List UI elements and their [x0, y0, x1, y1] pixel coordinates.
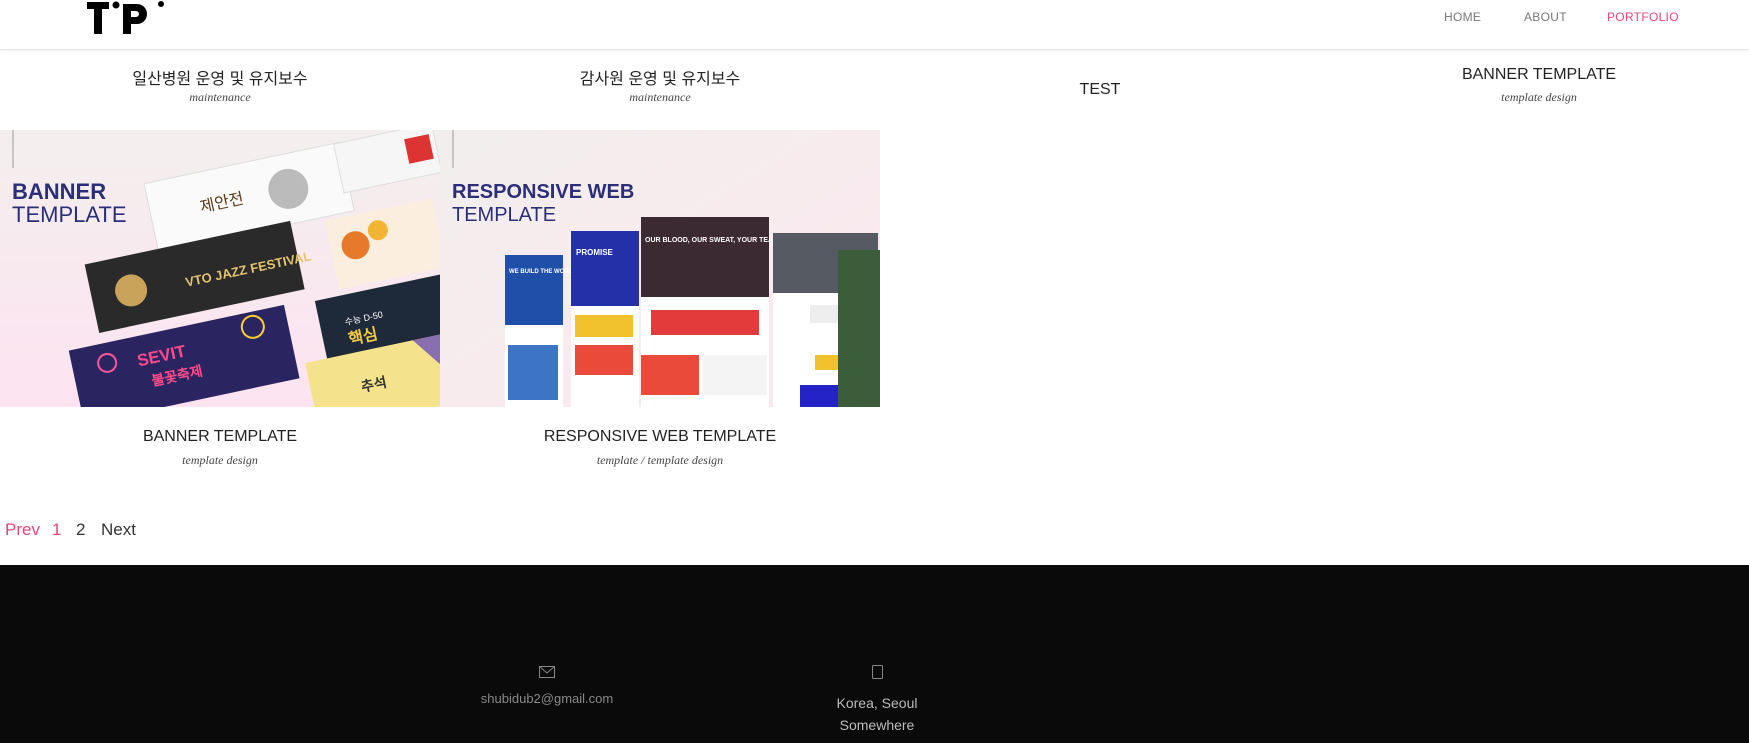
thumb-screen-text: WE BUILD THE WORLD: [509, 269, 577, 275]
thumb-screen-text: PROMISE: [576, 248, 614, 257]
site-footer: shubidub2@gmail.com Korea, Seoul Somewhe…: [0, 565, 1749, 743]
page-2-link[interactable]: 2: [76, 520, 85, 540]
envelope-icon: [532, 665, 562, 681]
card-title[interactable]: RESPONSIVE WEB TEMPLATE: [440, 428, 880, 446]
nav-about[interactable]: ABOUT: [1524, 10, 1567, 24]
thumb-screen-text: OUR BLOOD, OUR SWEAT, YOUR TEARS: [645, 237, 783, 244]
nav-portfolio[interactable]: PORTFOLIO: [1607, 10, 1679, 24]
footer-location-line2: Somewhere: [839, 717, 915, 733]
responsive-web-template-thumbnail[interactable]: RESPONSIVE WEB TEMPLATE WE BUILD THE WOR…: [440, 130, 880, 407]
mobile-icon: [862, 665, 892, 682]
card-subtitle: template / template design: [596, 453, 724, 467]
card-title[interactable]: TEST: [880, 81, 1320, 99]
card-title[interactable]: 감사원 운영 및 유지보수: [440, 65, 880, 89]
thumb-heading: TEMPLATE: [12, 202, 127, 227]
card-subtitle: maintenance: [189, 90, 251, 104]
thumb-heading: TEMPLATE: [452, 204, 556, 226]
page-1-link[interactable]: 1: [52, 520, 61, 540]
prev-page-link[interactable]: Prev: [5, 520, 40, 540]
next-page-link[interactable]: Next: [101, 520, 136, 540]
nav-home[interactable]: HOME: [1444, 10, 1481, 24]
site-header: HOME ABOUT PORTFOLIO: [0, 0, 1749, 50]
card-subtitle: maintenance: [629, 90, 691, 104]
card-subtitle: template design: [182, 453, 258, 467]
banner-template-thumbnail[interactable]: BANNER TEMPLATE 제안전 VTO JAZZ FESTIVAL 수능…: [0, 130, 440, 407]
card-title[interactable]: 일산병원 운영 및 유지보수: [0, 65, 440, 89]
footer-location-line1: Korea, Seoul: [836, 695, 918, 711]
card-title[interactable]: BANNER TEMPLATE: [0, 428, 440, 446]
site-logo[interactable]: [87, 0, 167, 36]
footer-email[interactable]: shubidub2@gmail.com: [447, 691, 647, 706]
card-subtitle: template design: [1501, 90, 1577, 104]
card-title[interactable]: BANNER TEMPLATE: [1319, 66, 1749, 84]
thumb-heading: RESPONSIVE WEB: [452, 181, 634, 203]
thumb-heading: BANNER: [12, 179, 106, 204]
